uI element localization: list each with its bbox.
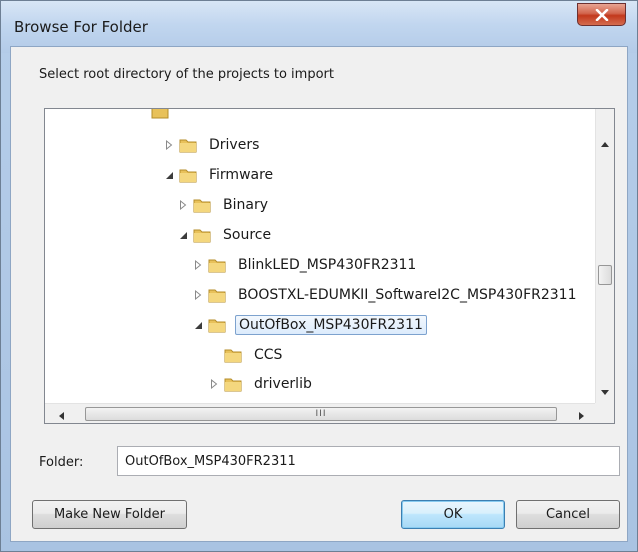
window-title: Browse For Folder <box>14 18 148 36</box>
tree-row-driverlib[interactable]: driverlib <box>208 372 315 396</box>
chevron-down-filled-icon[interactable] <box>163 169 175 181</box>
vertical-scroll-thumb[interactable] <box>598 265 612 285</box>
folder-icon <box>208 257 226 273</box>
vertical-scrollbar[interactable] <box>595 109 614 403</box>
folder-icon <box>224 347 242 363</box>
scrollbar-corner <box>595 403 614 423</box>
tree-row-drivers[interactable]: Drivers <box>163 133 262 157</box>
tree-row-label: driverlib <box>254 376 312 392</box>
make-new-folder-button[interactable]: Make New Folder <box>32 500 187 529</box>
arrow-up-icon <box>601 132 609 151</box>
chevron-right-outline-icon[interactable] <box>192 289 204 301</box>
tree-row-binary[interactable]: Binary <box>177 193 271 217</box>
tree-row-ccs[interactable]: CCS <box>208 343 285 367</box>
folder-icon <box>179 167 197 183</box>
tree-row-source[interactable]: Source <box>177 223 274 247</box>
tree-row-label: Binary <box>223 197 268 213</box>
folder-input[interactable] <box>117 446 620 476</box>
tree-row-label: BOOSTXL-EDUMKII_SoftwareI2C_MSP430FR2311 <box>238 287 577 303</box>
tree-row-label: OutOfBox_MSP430FR2311 <box>235 315 427 335</box>
chevron-down-filled-icon[interactable] <box>192 319 204 331</box>
ok-button[interactable]: OK <box>401 500 505 529</box>
folder-icon <box>193 197 211 213</box>
scroll-right-arrow[interactable] <box>573 406 589 422</box>
tree-row-outofbox[interactable]: OutOfBox_MSP430FR2311 <box>192 313 427 337</box>
scroll-up-arrow[interactable] <box>597 133 613 149</box>
horizontal-scrollbar[interactable]: III <box>45 403 595 423</box>
scroll-left-arrow[interactable] <box>53 406 69 422</box>
tree-row-boostxl[interactable]: BOOSTXL-EDUMKII_SoftwareI2C_MSP430FR2311 <box>192 283 580 307</box>
tree-row-label: Firmware <box>209 167 274 183</box>
scroll-grip: III <box>315 409 327 419</box>
tree-row-label: BlinkLED_MSP430FR2311 <box>238 257 417 273</box>
arrow-down-icon <box>601 380 609 399</box>
chevron-right-outline-icon[interactable] <box>177 199 189 211</box>
folder-icon <box>193 227 211 243</box>
tree-row-blinkled[interactable]: BlinkLED_MSP430FR2311 <box>192 253 419 277</box>
tree-row-firmware[interactable]: Firmware <box>163 163 276 187</box>
folder-icon <box>179 137 197 153</box>
folder-icon <box>224 376 242 392</box>
chevron-down-filled-icon[interactable] <box>177 229 189 241</box>
cancel-button[interactable]: Cancel <box>516 500 620 529</box>
arrow-right-icon <box>578 405 584 424</box>
scroll-down-arrow[interactable] <box>597 381 613 397</box>
close-button[interactable] <box>577 3 626 26</box>
close-icon <box>595 8 609 21</box>
folder-icon <box>151 109 169 119</box>
chevron-right-outline-icon[interactable] <box>208 378 220 390</box>
folder-label: Folder: <box>39 455 84 470</box>
tree-row-partial-top <box>151 109 178 123</box>
chevron-right-outline-icon[interactable] <box>192 259 204 271</box>
folder-icon <box>208 317 226 333</box>
tree-row-label: Source <box>223 227 272 243</box>
folder-tree[interactable]: Drivers Firmware Binary Source BlinkLED_… <box>44 108 615 424</box>
chevron-right-outline-icon[interactable] <box>163 139 175 151</box>
instruction-text: Select root directory of the projects to… <box>39 67 334 82</box>
horizontal-scroll-thumb[interactable]: III <box>85 407 557 421</box>
tree-row-label: CCS <box>254 347 283 363</box>
folder-icon <box>208 287 226 303</box>
arrow-left-icon <box>58 405 64 424</box>
tree-row-label: Drivers <box>209 137 260 153</box>
